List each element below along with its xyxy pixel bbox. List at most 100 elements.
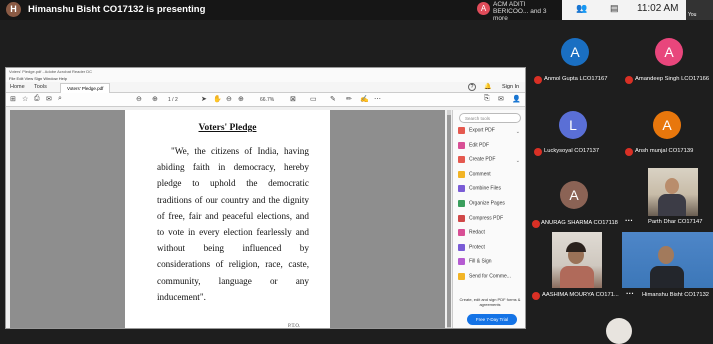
- select-tool-icon[interactable]: ➤: [201, 95, 207, 103]
- tool-compress-pdf[interactable]: Compress PDF: [458, 214, 522, 228]
- person-hair: [566, 242, 586, 252]
- participant-name: ANURAG SHARMA CO17118: [541, 220, 618, 226]
- tool-icon: [458, 243, 465, 251]
- shared-screen: Voters' Pledge.pdf - Adobe Acrobat Reade…: [5, 67, 526, 329]
- sign-in-link[interactable]: Sign In: [502, 84, 519, 90]
- tool-label: Combine Files: [469, 185, 501, 192]
- participant-tile-video[interactable]: ··· Parth Dhar CO17147: [622, 168, 713, 232]
- participant-tile[interactable]: A Ansh munjal CO17139: [622, 108, 713, 163]
- tool-label: Protect: [469, 244, 485, 251]
- mic-off-icon: [534, 148, 542, 156]
- tool-label: Edit PDF: [469, 142, 490, 149]
- add-user-icon[interactable]: 👤: [512, 95, 521, 103]
- mic-off-icon: [625, 148, 633, 156]
- tool-icon: [458, 200, 465, 207]
- tool-label: Comment: [469, 171, 491, 178]
- comment-icon[interactable]: ▭: [310, 95, 317, 103]
- highlight-icon[interactable]: ✎: [330, 95, 336, 103]
- print-icon[interactable]: ⎙: [34, 95, 40, 103]
- participant-tile-video[interactable]: ··· Himanshu Bisht CO17132: [622, 232, 713, 302]
- tool-label: Create PDF: [469, 156, 496, 163]
- participant-avatar: A: [560, 181, 588, 209]
- top-participant-name: ACM ADITI BERICOO... and 3 more: [493, 1, 547, 22]
- tab-home[interactable]: Home: [10, 84, 25, 90]
- partial-video-tile[interactable]: [600, 312, 640, 344]
- more-tools-icon[interactable]: ⋯: [374, 95, 381, 103]
- document-title: Voters' Pledge: [198, 123, 257, 133]
- tool-export-pdf[interactable]: Export PDF ⌄: [458, 127, 522, 140]
- chevron-down-icon[interactable]: ⌄: [516, 158, 520, 164]
- participant-tile[interactable]: A ANURAG SHARMA CO17118: [532, 180, 622, 230]
- find-icon[interactable]: ⌕: [58, 95, 62, 103]
- next-page-icon[interactable]: ⊕: [152, 95, 158, 103]
- reader-title-bar: Voters' Pledge.pdf - Adobe Acrobat Reade…: [6, 68, 525, 75]
- document-scrollbar[interactable]: [447, 110, 451, 328]
- share-icon[interactable]: ✉: [498, 95, 504, 103]
- tool-icon: [458, 127, 465, 134]
- more-options-icon[interactable]: ···: [626, 289, 634, 298]
- draw-icon[interactable]: ✏: [346, 95, 352, 103]
- tool-icon: [458, 185, 465, 193]
- tool-edit-pdf[interactable]: Edit PDF: [458, 141, 522, 155]
- tool-organize-pages[interactable]: Organize Pages: [458, 200, 522, 213]
- presenter-avatar: H: [6, 2, 21, 17]
- prev-page-icon[interactable]: ⊖: [136, 95, 142, 103]
- hand-tool-icon[interactable]: ✋: [213, 95, 222, 103]
- tab-tools[interactable]: Tools: [34, 84, 47, 90]
- meeting-top-bar: H Himanshu Bisht CO17132 is presenting A…: [0, 0, 713, 22]
- participant-tile[interactable]: A Anmol Gupta LCO17167: [532, 30, 622, 90]
- participant-name: Amandeep Singh LCO17166: [635, 76, 710, 82]
- search-tools-input[interactable]: Search tools: [459, 113, 521, 123]
- page-indicator[interactable]: 1 / 2: [168, 97, 178, 103]
- tool-icon: [458, 258, 465, 266]
- bookmark-icon[interactable]: ☆: [22, 95, 28, 103]
- zoom-in-icon[interactable]: ⊕: [238, 95, 244, 103]
- tool-redact[interactable]: Redact: [458, 229, 522, 242]
- tool-label: Fill & Sign: [469, 258, 492, 265]
- participants-icon[interactable]: 👥: [576, 3, 587, 14]
- page-footer: P.T.O.: [288, 324, 301, 329]
- clock: 11:02 AM: [637, 3, 679, 14]
- mic-off-icon: [625, 76, 633, 84]
- tool-comment[interactable]: Comment: [458, 170, 522, 184]
- reader-menu-bar[interactable]: File Edit View Sign Window Help: [6, 75, 525, 82]
- tool-protect[interactable]: Protect: [458, 243, 522, 257]
- zoom-level[interactable]: 66.7%: [260, 97, 274, 103]
- participant-tile[interactable]: L Luckysoyal CO17137: [532, 108, 622, 163]
- tool-fill-sign[interactable]: Fill & Sign: [458, 258, 522, 271]
- participant-tile[interactable]: A Amandeep Singh LCO17166: [622, 30, 713, 90]
- tool-combine-files[interactable]: Combine Files: [458, 185, 522, 198]
- participant-name: Luckysoyal CO17137: [544, 148, 600, 154]
- create-icon[interactable]: ⊞: [10, 95, 16, 103]
- top-participant-avatar: A: [477, 2, 490, 15]
- chevron-down-icon[interactable]: ⌄: [516, 129, 520, 135]
- scroll-thumb[interactable]: [447, 115, 451, 327]
- email-icon[interactable]: ✉: [46, 95, 52, 103]
- reader-toolbar: ⊞ ☆ ⎙ ✉ ⌕ ⊖ ⊕ 1 / 2 ➤ ✋ ⊖ ⊕ 66.7% ⊠ ▭ ✎ …: [6, 93, 525, 107]
- tool-icon: [458, 214, 465, 222]
- tool-send-for-comme[interactable]: Send for Comme...: [458, 273, 522, 286]
- more-options-icon[interactable]: ···: [625, 216, 633, 225]
- fit-page-icon[interactable]: ⊠: [290, 95, 296, 103]
- stamp-icon[interactable]: ⎘: [484, 95, 490, 103]
- help-icon[interactable]: ?: [468, 83, 476, 91]
- sign-icon[interactable]: ✍: [360, 95, 369, 103]
- participant-name: Himanshu Bisht CO17132: [642, 292, 710, 298]
- zoom-out-icon[interactable]: ⊖: [226, 95, 232, 103]
- tool-label: Organize Pages: [469, 200, 505, 207]
- participant-video: [552, 232, 602, 288]
- participant-name: Parth Dhar CO17147: [648, 219, 703, 225]
- tool-label: Send for Comme...: [469, 273, 511, 280]
- tool-create-pdf[interactable]: Create PDF ⌄: [458, 156, 522, 169]
- presenting-banner: Himanshu Bisht CO17132 is presenting: [28, 4, 206, 15]
- participant-tile-video[interactable]: AASHIMA MOURYA CO171...: [532, 232, 622, 302]
- partial-video-thumbnail: [606, 318, 632, 344]
- free-trial-button[interactable]: Free 7-Day Trial: [467, 314, 517, 325]
- tab-document[interactable]: Voters' Pledge.pdf: [60, 83, 111, 93]
- chat-icon[interactable]: ▤: [610, 3, 619, 14]
- reader-tab-bar: Home Tools Voters' Pledge.pdf ? 🔔 Sign I…: [6, 82, 525, 93]
- person-head: [658, 246, 674, 264]
- self-view-tile: You: [686, 0, 713, 20]
- tool-label: Redact: [469, 229, 485, 236]
- notification-icon[interactable]: 🔔: [484, 83, 491, 90]
